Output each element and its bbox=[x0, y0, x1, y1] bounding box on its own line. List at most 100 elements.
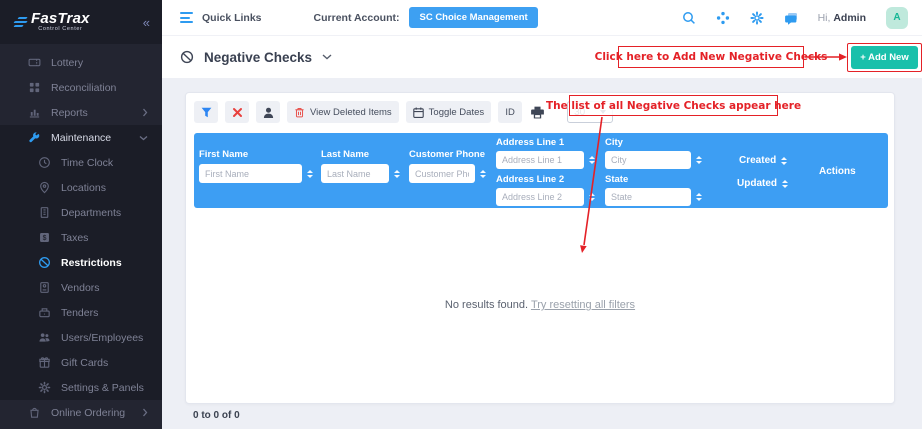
sidebar-collapse-icon[interactable]: « bbox=[143, 16, 150, 29]
sidebar-item-label: Users/Employees bbox=[61, 331, 144, 344]
sort-address2[interactable] bbox=[589, 193, 595, 201]
sidebar-item-maintenance[interactable]: Maintenance bbox=[0, 125, 162, 150]
sidebar-item-label: Locations bbox=[61, 181, 106, 194]
sidebar-item-departments[interactable]: Departments bbox=[0, 200, 162, 225]
column-label: Customer Phone bbox=[409, 149, 486, 160]
sort-state[interactable] bbox=[696, 193, 702, 201]
id-toggle-button[interactable]: ID bbox=[498, 101, 523, 123]
toggle-dates-button[interactable]: Toggle Dates bbox=[405, 101, 492, 123]
chat-icon[interactable] bbox=[784, 11, 798, 25]
chevron-right-icon bbox=[142, 108, 148, 117]
empty-message: No results found. bbox=[444, 299, 529, 311]
sidebar-item-gift-cards[interactable]: Gift Cards bbox=[0, 350, 162, 375]
wrench-icon bbox=[28, 131, 41, 144]
maintenance-section: Maintenance Time Clock Locations Departm… bbox=[0, 125, 162, 400]
sidebar-item-label: Taxes bbox=[61, 231, 89, 244]
content-area: View Deleted Items Toggle Dates ID 30 bbox=[162, 78, 922, 429]
empty-state: No results found. Try resetting all filt… bbox=[186, 299, 894, 311]
sidebar-item-restrictions[interactable]: Restrictions bbox=[0, 250, 162, 275]
search-icon[interactable] bbox=[682, 11, 696, 25]
sidebar-item-reports[interactable]: Reports bbox=[0, 100, 162, 125]
annotation-add-new: Click here to Add New Negative Checks bbox=[595, 46, 827, 68]
gear-icon[interactable] bbox=[750, 10, 764, 25]
filter-address2-input[interactable] bbox=[496, 188, 584, 206]
column-label: Address Line 1 bbox=[496, 137, 565, 148]
sidebar-item-label: Maintenance bbox=[51, 131, 112, 144]
sort-customer-phone[interactable] bbox=[480, 169, 486, 178]
printer-icon bbox=[531, 106, 545, 118]
quick-links-menu-icon[interactable] bbox=[180, 12, 193, 23]
filter-customer-phone-input[interactable] bbox=[409, 164, 475, 183]
sidebar-item-online-ordering[interactable]: Online Ordering bbox=[0, 400, 162, 425]
apps-dots-icon[interactable] bbox=[716, 11, 730, 25]
column-updated[interactable]: Updated bbox=[737, 178, 788, 189]
filter-city-input[interactable] bbox=[605, 151, 691, 169]
sort-address1[interactable] bbox=[589, 156, 595, 164]
column-label: Updated bbox=[737, 178, 777, 189]
sidebar-item-vendors[interactable]: Vendors bbox=[0, 275, 162, 300]
brand-logo[interactable]: FasTrax Control Center bbox=[13, 10, 90, 33]
column-first-name: First Name bbox=[199, 149, 313, 183]
reset-filters-link[interactable]: Try resetting all filters bbox=[531, 299, 635, 311]
bar-chart-icon bbox=[28, 106, 41, 119]
column-label: First Name bbox=[199, 149, 249, 160]
sidebar-item-lottery[interactable]: Lottery bbox=[0, 50, 162, 75]
view-deleted-items-button[interactable]: View Deleted Items bbox=[287, 101, 399, 123]
customer-button[interactable] bbox=[256, 101, 280, 123]
gear-icon bbox=[38, 381, 51, 394]
sidebar-item-label: Reconciliation bbox=[51, 81, 117, 94]
sidebar-item-label: Settings & Panels bbox=[61, 381, 144, 394]
sidebar-item-label: Lottery bbox=[51, 56, 84, 69]
column-city-state: City State bbox=[605, 137, 702, 206]
clear-filters-button[interactable] bbox=[225, 101, 249, 123]
sidebar-item-time-clock[interactable]: Time Clock bbox=[0, 150, 162, 175]
sidebar-item-label: Tenders bbox=[61, 306, 99, 319]
column-label: Last Name bbox=[321, 149, 370, 160]
sort-created[interactable] bbox=[781, 156, 788, 165]
column-label: Address Line 2 bbox=[496, 174, 565, 185]
brand-name: FasTrax bbox=[31, 10, 90, 28]
sidebar-item-label: Gift Cards bbox=[61, 356, 109, 369]
sidebar-item-label: Departments bbox=[61, 206, 122, 219]
column-created[interactable]: Created bbox=[739, 155, 788, 166]
current-account-badge[interactable]: SC Choice Management bbox=[409, 7, 538, 28]
filter-button[interactable] bbox=[194, 101, 218, 123]
sort-updated[interactable] bbox=[782, 179, 788, 188]
trash-icon bbox=[295, 107, 304, 117]
ban-icon bbox=[38, 256, 51, 269]
ticket-icon bbox=[28, 56, 41, 69]
sort-first-name[interactable] bbox=[307, 169, 313, 178]
chevron-down-icon[interactable] bbox=[322, 54, 332, 60]
current-account-label: Current Account: bbox=[313, 11, 400, 24]
negative-checks-card: View Deleted Items Toggle Dates ID 30 bbox=[185, 92, 895, 404]
sidebar-item-users-employees[interactable]: Users/Employees bbox=[0, 325, 162, 350]
filter-state-input[interactable] bbox=[605, 188, 691, 206]
clock-icon bbox=[38, 156, 51, 169]
filter-first-name-input[interactable] bbox=[199, 164, 302, 183]
filter-last-name-input[interactable] bbox=[321, 164, 389, 183]
print-button[interactable] bbox=[529, 106, 546, 119]
x-icon bbox=[232, 107, 242, 117]
dollar-square-icon: $ bbox=[38, 231, 51, 244]
person-icon bbox=[263, 107, 273, 118]
add-new-button[interactable]: + Add New bbox=[851, 46, 918, 69]
avatar[interactable]: A bbox=[886, 6, 908, 29]
sidebar-item-settings-panels[interactable]: Settings & Panels bbox=[0, 375, 162, 400]
sort-last-name[interactable] bbox=[394, 169, 400, 178]
building-icon bbox=[38, 206, 51, 219]
column-last-name: Last Name bbox=[321, 149, 400, 183]
sidebar-item-taxes[interactable]: $ Taxes bbox=[0, 225, 162, 250]
filter-address1-input[interactable] bbox=[496, 151, 584, 169]
chevron-down-icon bbox=[139, 135, 148, 141]
sidebar-item-locations[interactable]: Locations bbox=[0, 175, 162, 200]
sidebar-item-tenders[interactable]: Tenders bbox=[0, 300, 162, 325]
sort-city[interactable] bbox=[696, 156, 702, 164]
quick-links-button[interactable]: Quick Links bbox=[202, 12, 262, 24]
gift-icon bbox=[38, 356, 51, 369]
sidebar-item-reconciliation[interactable]: Reconciliation bbox=[0, 75, 162, 100]
grid-icon bbox=[28, 81, 41, 94]
sidebar-nav: Lottery Reconciliation Reports Maintenan… bbox=[0, 44, 162, 425]
brand-tagline: Control Center bbox=[38, 26, 83, 33]
cash-drawer-icon bbox=[38, 306, 51, 319]
ban-icon bbox=[180, 50, 194, 64]
